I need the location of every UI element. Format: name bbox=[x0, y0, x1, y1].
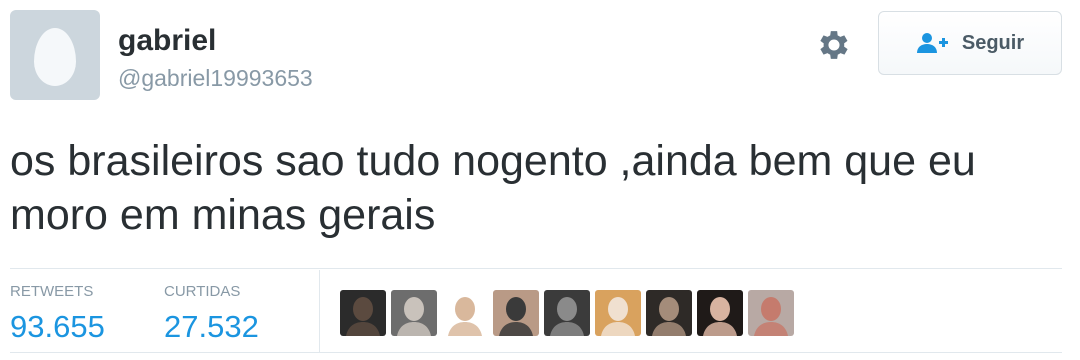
gear-icon[interactable] bbox=[815, 26, 853, 64]
liker-avatar[interactable] bbox=[544, 290, 590, 336]
stats-separator bbox=[319, 270, 320, 352]
liker-avatar[interactable] bbox=[646, 290, 692, 336]
egg-icon bbox=[34, 28, 76, 86]
likes-stat[interactable]: CURTIDAS 27.532 bbox=[164, 283, 259, 346]
likers-avatars bbox=[340, 290, 794, 336]
retweets-stat[interactable]: RETWEETS 93.655 bbox=[10, 283, 105, 346]
liker-avatar[interactable] bbox=[595, 290, 641, 336]
liker-avatar[interactable] bbox=[442, 290, 488, 336]
likes-count: 27.532 bbox=[164, 309, 259, 344]
tweet-text: os brasileiros sao tudo nogento ,ainda b… bbox=[10, 137, 976, 239]
retweets-count: 93.655 bbox=[10, 309, 105, 344]
user-handle[interactable]: @gabriel19993653 bbox=[118, 64, 313, 92]
follow-button-label: Seguir bbox=[961, 31, 1025, 54]
display-name[interactable]: gabriel bbox=[118, 24, 216, 58]
liker-avatar[interactable] bbox=[340, 290, 386, 336]
divider bbox=[10, 352, 1062, 353]
add-user-icon bbox=[916, 32, 950, 54]
liker-avatar[interactable] bbox=[493, 290, 539, 336]
divider bbox=[10, 268, 1062, 269]
liker-avatar[interactable] bbox=[697, 290, 743, 336]
likes-label: CURTIDAS bbox=[164, 283, 241, 300]
avatar[interactable] bbox=[10, 10, 100, 100]
follow-button[interactable]: Seguir bbox=[878, 11, 1062, 75]
liker-avatar[interactable] bbox=[748, 290, 794, 336]
retweets-label: RETWEETS bbox=[10, 283, 94, 300]
liker-avatar[interactable] bbox=[391, 290, 437, 336]
